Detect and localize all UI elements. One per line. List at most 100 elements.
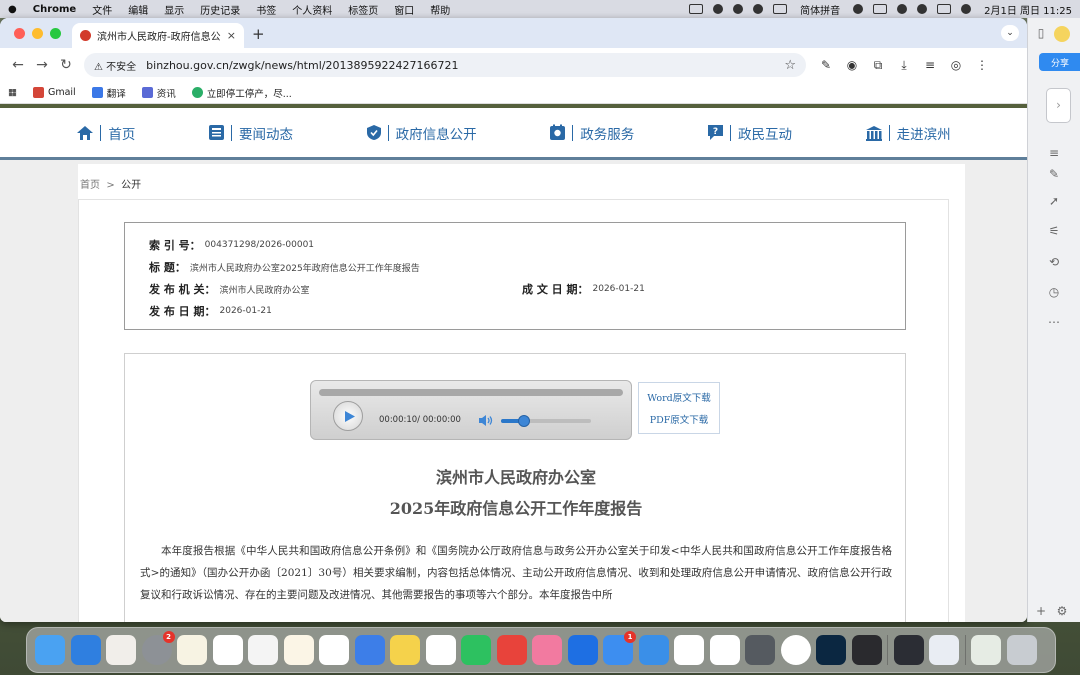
menu-tabs[interactable]: 标签页	[340, 2, 386, 17]
play-button[interactable]	[333, 401, 363, 431]
dock-stickies-icon[interactable]	[390, 635, 420, 665]
extensions-puzzle-icon[interactable]: ⧉	[870, 57, 886, 73]
bluetooth-icon[interactable]	[853, 4, 864, 14]
sidebar-sliders-icon[interactable]: ⚟	[1046, 224, 1062, 240]
dock-textedit-icon[interactable]	[248, 635, 278, 665]
breadcrumb-current[interactable]: 公开	[121, 180, 141, 191]
address-bar[interactable]: ⚠ 不安全 binzhou.gov.cn/zwgk/news/html/2013…	[84, 53, 806, 77]
reload-button[interactable]: ↻	[54, 57, 78, 73]
wechat-status-icon[interactable]	[733, 4, 744, 14]
menu-edit[interactable]: 编辑	[120, 2, 156, 17]
wifi-icon[interactable]	[897, 4, 908, 14]
dock-lark-icon[interactable]	[567, 635, 598, 665]
minimize-window-button[interactable]	[32, 28, 43, 39]
apple-menu-icon[interactable]: ●	[0, 4, 25, 15]
sidebar-toggle-icon[interactable]: ▯	[1033, 26, 1049, 42]
app-menu[interactable]: Chrome	[25, 4, 84, 15]
sidebar-avatar-icon[interactable]	[1054, 26, 1070, 42]
sidebar-more-icon[interactable]: ⋯	[1046, 315, 1062, 331]
dock-quicktime-icon[interactable]	[893, 635, 924, 665]
apps-grid-icon[interactable]: ▦	[8, 87, 17, 98]
bookmark-news[interactable]: 资讯	[141, 86, 176, 100]
volume-slider[interactable]	[501, 415, 591, 427]
dock-safari-icon[interactable]	[70, 635, 101, 665]
menu-history[interactable]: 历史记录	[192, 2, 248, 17]
dock-chrome-icon[interactable]	[780, 635, 811, 665]
dock-numbers-icon[interactable]	[319, 635, 349, 665]
word-download-link[interactable]: Word原文下载	[639, 390, 719, 408]
play-status-icon[interactable]	[753, 4, 764, 14]
sidebar-add-icon[interactable]: +	[1033, 604, 1049, 620]
menu-help[interactable]: 帮助	[422, 2, 458, 17]
dock-pages-icon[interactable]	[283, 635, 314, 665]
forward-button[interactable]: →	[30, 57, 54, 73]
sync-status-icon[interactable]	[713, 4, 724, 14]
volume-icon[interactable]	[478, 414, 494, 427]
nav-info-disclosure[interactable]: 政府信息公开	[366, 123, 477, 143]
dock-calculator-icon[interactable]	[745, 635, 775, 665]
pdf-download-link[interactable]: PDF原文下载	[639, 412, 719, 430]
dock-freeform-icon[interactable]	[212, 635, 243, 665]
tab-close-button[interactable]: ×	[227, 29, 236, 42]
dock-mail-icon[interactable]	[638, 635, 669, 665]
dock-downloads-icon[interactable]	[971, 635, 1001, 665]
new-tab-button[interactable]: +	[252, 25, 265, 43]
ime-icon[interactable]	[773, 4, 788, 14]
dock-bilibili-icon[interactable]	[532, 635, 562, 665]
url-text[interactable]: binzhou.gov.cn/zwgk/news/html/2013895922…	[146, 59, 784, 72]
extension-pen-icon[interactable]: ✎	[818, 57, 834, 73]
battery-icon[interactable]	[873, 4, 888, 14]
dock-netease-music-icon[interactable]	[496, 635, 527, 665]
dock-wps-icon[interactable]	[674, 635, 704, 665]
dock-photoshop-icon[interactable]	[816, 635, 846, 665]
volume-knob[interactable]	[517, 415, 530, 427]
close-window-button[interactable]	[14, 28, 25, 39]
menu-file[interactable]: 文件	[84, 2, 120, 17]
dock-finder-icon[interactable]	[35, 635, 65, 665]
sidebar-history-icon[interactable]: ◷	[1046, 285, 1062, 301]
dock-baidu-netdisk-icon[interactable]	[709, 635, 740, 665]
nav-news[interactable]: 要闻动态	[208, 123, 293, 143]
share-button[interactable]: 分享	[1039, 53, 1080, 71]
dock-qqmusic-icon[interactable]: 1	[603, 631, 636, 665]
menu-kebab-icon[interactable]: ⋮	[974, 57, 990, 73]
profile-icon[interactable]: ◎	[948, 57, 964, 73]
sidebar-pointer-icon[interactable]: ➚	[1046, 194, 1062, 210]
dock-settings-icon[interactable]: 2	[141, 631, 175, 665]
sidebar-lines-icon[interactable]: ≡	[1046, 146, 1062, 162]
tab-search-button[interactable]: ⌄	[1001, 25, 1019, 41]
dock-iphone-mirror-icon[interactable]	[851, 635, 882, 665]
dock-trash-icon[interactable]	[1006, 635, 1037, 665]
download-icon[interactable]: ⤓	[896, 57, 912, 73]
siri-icon[interactable]	[961, 4, 972, 14]
menu-view[interactable]: 显示	[156, 2, 192, 17]
wps-status-icon[interactable]	[689, 4, 704, 14]
menu-window[interactable]: 窗口	[386, 2, 422, 17]
tab-active[interactable]: 滨州市人民政府-政府信息公开 ×	[72, 23, 244, 48]
audio-progress-bar[interactable]	[319, 389, 623, 396]
menu-bookmarks[interactable]: 书签	[248, 2, 284, 17]
bookmark-wechat[interactable]: 立即停工停产，尽...	[191, 86, 292, 100]
dock-notes-icon[interactable]	[177, 635, 207, 665]
dock-keynote-icon[interactable]	[354, 635, 385, 665]
sidebar-translate-icon[interactable]: ⟲	[1046, 255, 1062, 271]
ime-label[interactable]: 简体拼音	[792, 2, 848, 17]
menu-profile[interactable]: 个人资料	[284, 2, 340, 17]
sidebar-settings-icon[interactable]: ⚙	[1054, 604, 1070, 620]
bookmark-translate[interactable]: 翻译	[91, 86, 126, 100]
control-center-icon[interactable]	[937, 4, 952, 14]
bookmark-gmail[interactable]: Gmail	[32, 87, 76, 98]
bookmark-star-icon[interactable]: ☆	[784, 58, 796, 73]
nav-interaction[interactable]: ? 政民互动	[707, 123, 792, 143]
spotlight-icon[interactable]	[917, 4, 928, 14]
dock-preview-icon[interactable]	[929, 635, 959, 665]
nav-home[interactable]: 首页	[76, 123, 135, 143]
sidebar-edit-icon[interactable]: ✎	[1046, 167, 1062, 183]
dock-wechat-icon[interactable]	[461, 635, 491, 665]
sidebar-collapse-button[interactable]: ›	[1046, 88, 1071, 123]
security-indicator[interactable]: ⚠ 不安全	[94, 58, 136, 73]
nav-about[interactable]: 走进滨州	[865, 123, 951, 143]
extension-ball-icon[interactable]: ◉	[844, 57, 860, 73]
clock[interactable]: 2月1日 周日 11:25	[976, 2, 1080, 17]
media-control-icon[interactable]: ≡	[922, 57, 938, 73]
